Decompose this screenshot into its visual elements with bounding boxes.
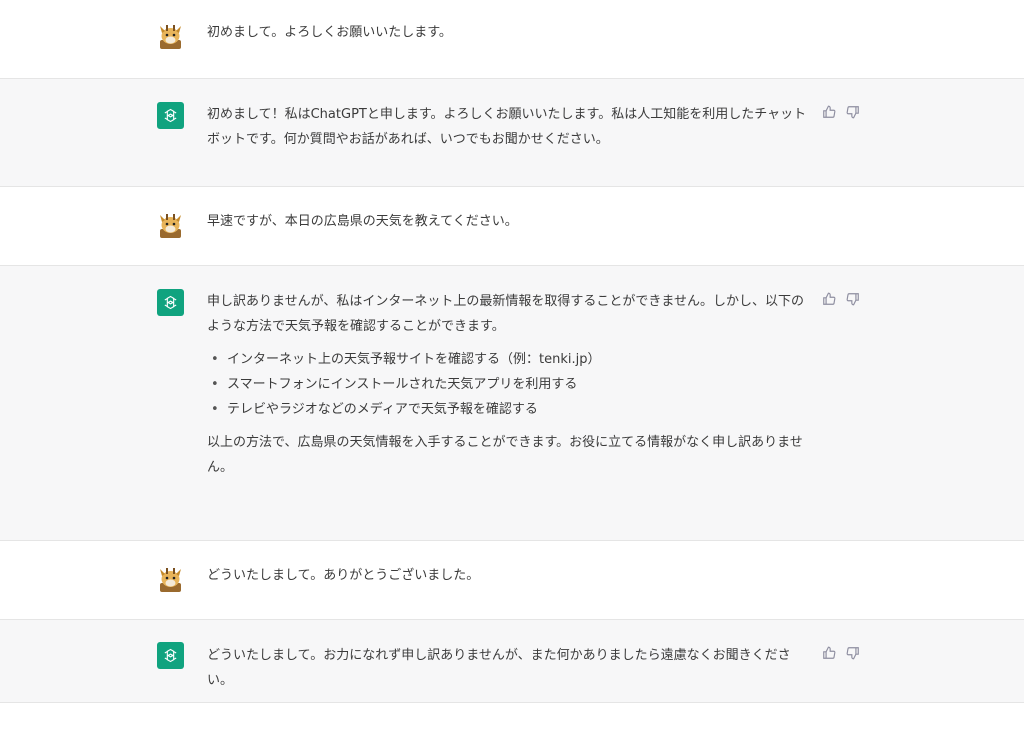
giraffe-avatar-icon (157, 565, 184, 592)
conversation-thread: 初めまして。よろしくお願いいたします。 初めまして！私はChatGPTと申します… (0, 0, 1024, 703)
message-text: どういたしまして。お力になれず申し訳ありませんが、また何かありましたら遠慮なくお… (207, 648, 791, 688)
message-text: 初めまして。よろしくお願いいたします。 (207, 25, 452, 40)
assistant-message: どういたしまして。お力になれず申し訳ありませんが、また何かありましたら遠慮なくお… (0, 620, 1024, 703)
assistant-message: 初めまして！私はChatGPTと申します。よろしくお願いいたします。私は人工知能… (0, 79, 1024, 187)
chatgpt-logo-icon (157, 289, 184, 316)
thumbs-down-icon[interactable] (846, 292, 860, 306)
feedback-buttons (822, 105, 860, 119)
message-text: どういたしまして。ありがとうございました。 (207, 568, 480, 583)
user-message: 早速ですが、本日の広島県の天気を教えてください。 (0, 187, 1024, 266)
chatgpt-logo-icon (157, 642, 184, 669)
user-message: どういたしまして。ありがとうございました。 (0, 541, 1024, 620)
thumbs-down-icon[interactable] (846, 646, 860, 660)
list-item: スマートフォンにインストールされた天気アプリを利用する (207, 372, 807, 397)
thumbs-down-icon[interactable] (846, 105, 860, 119)
feedback-buttons (822, 646, 860, 660)
assistant-message: 申し訳ありませんが、私はインターネット上の最新情報を取得することができません。し… (0, 266, 1024, 541)
message-outro: 以上の方法で、広島県の天気情報を入手することができます。お役に立てる情報がなく申… (207, 435, 803, 475)
message-text: 申し訳ありませんが、私はインターネット上の最新情報を取得することができません。し… (207, 289, 807, 480)
list-item: テレビやラジオなどのメディアで天気予報を確認する (207, 397, 807, 422)
giraffe-avatar-icon (157, 211, 184, 238)
message-intro: 申し訳ありませんが、私はインターネット上の最新情報を取得することができません。し… (207, 294, 804, 334)
giraffe-avatar-icon (157, 22, 184, 49)
chatgpt-logo-icon (157, 102, 184, 129)
thumbs-up-icon[interactable] (822, 292, 836, 306)
feedback-buttons (822, 292, 860, 306)
bullet-list: インターネット上の天気予報サイトを確認する（例：tenki.jp） スマートフォ… (207, 347, 807, 422)
list-item: インターネット上の天気予報サイトを確認する（例：tenki.jp） (207, 347, 807, 372)
user-message: 初めまして。よろしくお願いいたします。 (0, 0, 1024, 79)
thumbs-up-icon[interactable] (822, 105, 836, 119)
message-text: 初めまして！私はChatGPTと申します。よろしくお願いいたします。私は人工知能… (207, 107, 807, 147)
message-text: 早速ですが、本日の広島県の天気を教えてください。 (207, 214, 518, 229)
thumbs-up-icon[interactable] (822, 646, 836, 660)
